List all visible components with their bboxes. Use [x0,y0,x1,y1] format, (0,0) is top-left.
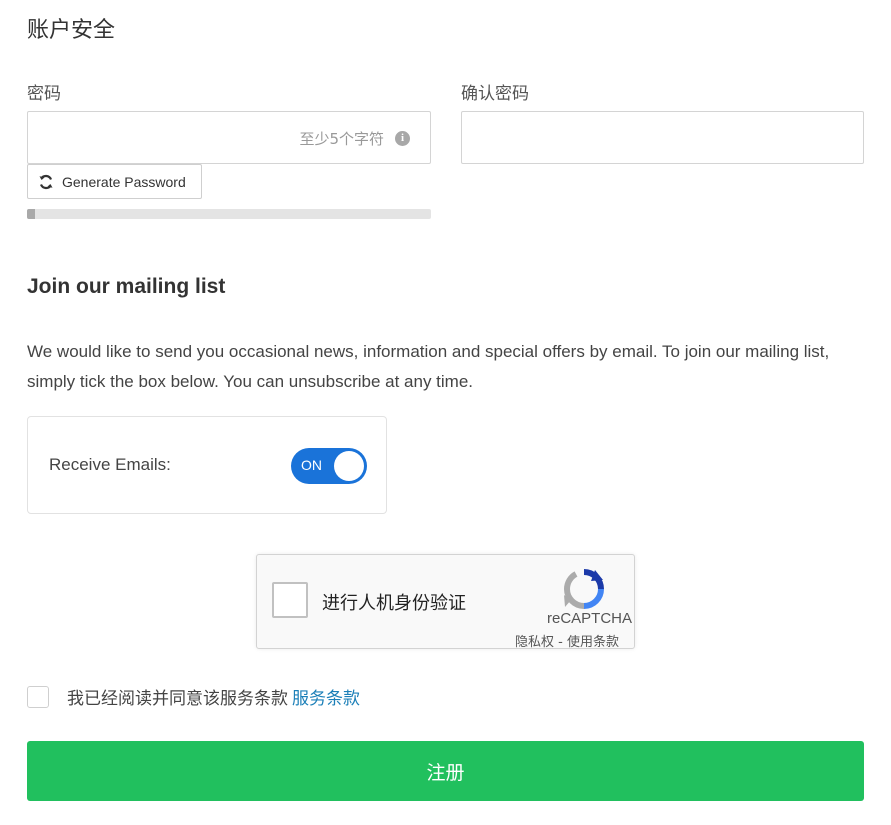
password-strength-fill [27,209,36,219]
register-button[interactable]: 注册 [27,741,864,801]
recaptcha-logo-icon [564,569,604,609]
terms-checkbox[interactable] [27,685,49,708]
receive-emails-toggle[interactable]: ON [291,448,367,484]
receive-emails-label: Receive Emails: [49,455,171,474]
generate-password-button[interactable]: Generate Password [27,164,202,199]
mailing-list-description: We would like to send you occasional new… [27,342,830,391]
password-strength-bar [27,209,431,219]
toggle-knob [334,451,364,481]
password-label: 密码 [27,84,61,104]
recaptcha-brand: reCAPTCHA [546,610,632,627]
recaptcha-checkbox[interactable] [272,582,308,618]
toggle-state-label: ON [301,457,322,473]
receive-emails-card: Receive Emails: ON [27,416,387,514]
password-field[interactable]: 至少5个字符 i [27,111,431,164]
recaptcha-separator: - [558,635,563,650]
confirm-password-label: 确认密码 [461,84,529,104]
recaptcha-widget: 进行人机身份验证 reCAPTCHA 隐私权 - 使用条款 [256,554,635,650]
recaptcha-links: 隐私权 - 使用条款 [515,631,619,650]
refresh-icon [39,174,53,189]
terms-text: 我已经阅读并同意该服务条款 [67,689,288,709]
terms-link[interactable]: 服务条款 [292,684,360,709]
confirm-password-input[interactable] [462,112,863,163]
terms-agreement: 我已经阅读并同意该服务条款 服务条款 [27,684,360,709]
generate-password-label: Generate Password [62,173,186,190]
section-title: 账户安全 [27,18,116,43]
info-circle-icon[interactable]: i [395,131,410,146]
password-hint: 至少5个字符 [299,130,384,148]
recaptcha-terms-link[interactable]: 使用条款 [567,635,619,650]
recaptcha-text: 进行人机身份验证 [322,593,466,614]
recaptcha-privacy-link[interactable]: 隐私权 [515,635,554,650]
confirm-password-field[interactable] [461,111,864,164]
mailing-list-title: Join our mailing list [27,275,226,298]
